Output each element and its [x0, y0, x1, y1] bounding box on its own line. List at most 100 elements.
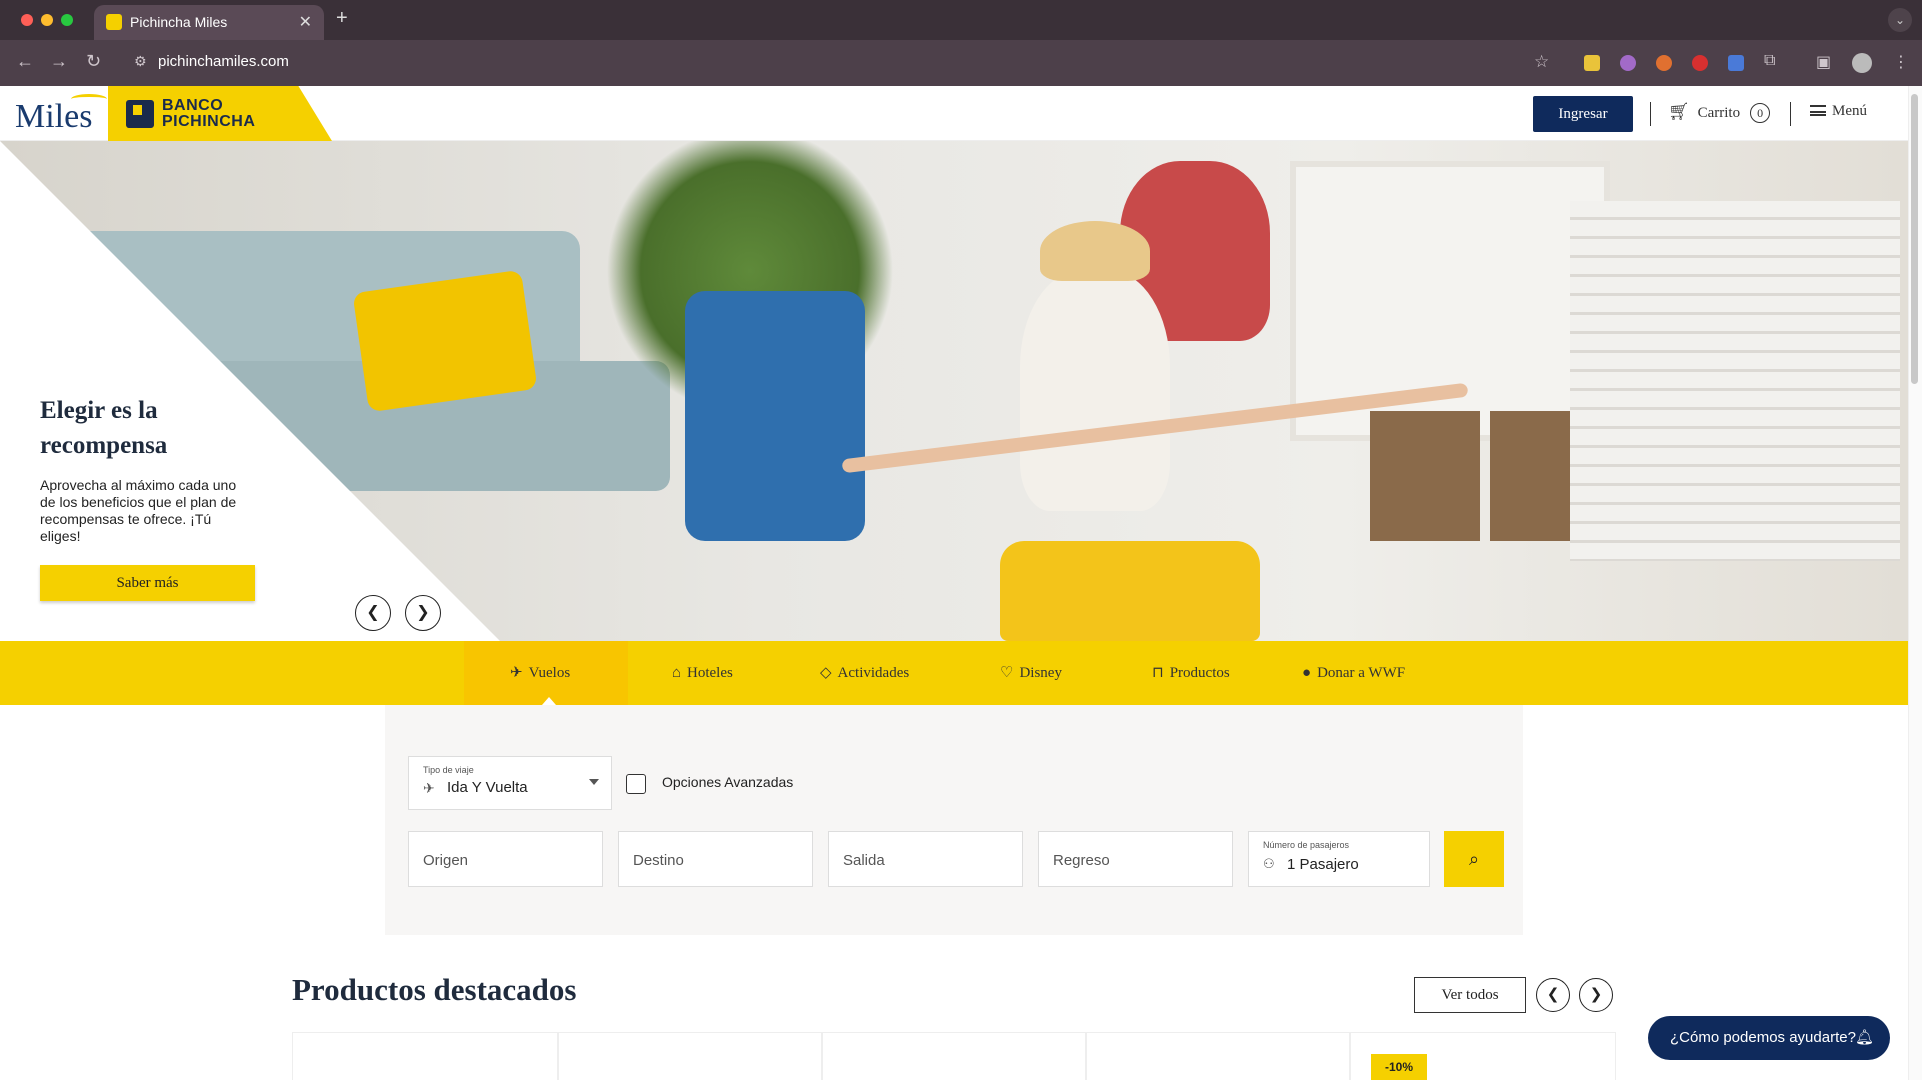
- reload-icon[interactable]: ↻: [86, 51, 101, 72]
- hero-prev-button[interactable]: ❮: [355, 595, 391, 631]
- caret-down-icon: [589, 779, 599, 785]
- profile-avatar[interactable]: [1852, 53, 1872, 73]
- category-tabs: ✈︎ Vuelos ⌂ Hoteles ◇ Actividades ♡ Disney ⊓…: [0, 641, 1908, 705]
- extension-5-icon[interactable]: [1728, 55, 1744, 71]
- tab-label: Actividades: [837, 665, 910, 681]
- extension-2-icon[interactable]: [1620, 55, 1636, 71]
- cart-label: Carrito: [1697, 105, 1741, 121]
- help-chat-button[interactable]: ¿Cómo podemos ayudarte? 🔔︎: [1648, 1016, 1890, 1060]
- product-card[interactable]: [558, 1032, 822, 1080]
- close-window-button[interactable]: [21, 14, 33, 26]
- departure-placeholder: Salida: [843, 852, 885, 869]
- hero-next-button[interactable]: ❯: [405, 595, 441, 631]
- return-date-input[interactable]: Regreso: [1038, 831, 1233, 887]
- blue-suitcase: [685, 291, 865, 541]
- yellow-cushion: [352, 269, 538, 413]
- departure-date-input[interactable]: Salida: [828, 831, 1023, 887]
- extensions-puzzle-icon[interactable]: ⧉: [1764, 52, 1775, 70]
- mickey-icon: ♡: [1000, 665, 1014, 681]
- bookmark-star-icon[interactable]: ☆: [1534, 52, 1549, 72]
- site-header: Miles BANCO PICHINCHA Ingresar 🛒︎ Carrito…: [0, 86, 1922, 141]
- see-all-button[interactable]: Ver todos: [1414, 977, 1526, 1013]
- hero-title: Elegir es la recompensa: [40, 397, 168, 459]
- back-icon[interactable]: ←: [16, 51, 34, 72]
- tab-label: Productos: [1169, 665, 1230, 681]
- tab-title: Pichincha Miles: [130, 14, 228, 30]
- tab-label: Hoteles: [687, 665, 733, 681]
- destination-input[interactable]: Destino: [618, 831, 813, 887]
- panda-icon: ●: [1302, 665, 1312, 681]
- more-options-icon[interactable]: ⋮: [1893, 52, 1909, 72]
- banco-mark-icon: [126, 100, 154, 128]
- flight-search-panel: [385, 705, 1523, 935]
- featured-prev-button[interactable]: ❮: [1536, 978, 1570, 1012]
- passengers-input[interactable]: Número de pasajeros ⚇ 1 Pasajero: [1248, 831, 1430, 887]
- ticket-icon: ◇: [820, 665, 832, 681]
- minimize-window-button[interactable]: [41, 14, 53, 26]
- radiator: [1570, 201, 1900, 561]
- banco-line2: PICHINCHA: [162, 113, 256, 130]
- address-bar[interactable]: ⚙ pichinchamiles.com: [134, 47, 1544, 79]
- origin-placeholder: Origen: [423, 852, 469, 869]
- straw-hat: [1040, 221, 1150, 281]
- yellow-suitcase: [1000, 541, 1260, 641]
- product-card[interactable]: [292, 1032, 558, 1080]
- tab-hoteles[interactable]: ⌂ Hoteles: [672, 641, 733, 705]
- maximize-window-button[interactable]: [61, 14, 73, 26]
- product-card[interactable]: [1086, 1032, 1350, 1080]
- tab-productos[interactable]: ⊓ Productos: [1152, 641, 1230, 705]
- forward-icon[interactable]: →: [50, 51, 68, 72]
- product-card[interactable]: [822, 1032, 1086, 1080]
- login-button[interactable]: Ingresar: [1533, 96, 1633, 132]
- passengers-label: Número de pasajeros: [1263, 840, 1350, 850]
- browser-tab[interactable]: Pichincha Miles ✕: [94, 5, 324, 40]
- extension-4-icon[interactable]: [1692, 55, 1708, 71]
- active-tab-caret: [542, 697, 556, 705]
- site-settings-icon[interactable]: ⚙: [134, 53, 147, 70]
- origin-input[interactable]: Origen: [408, 831, 603, 887]
- child-figure: [1020, 271, 1170, 511]
- learn-more-button[interactable]: Saber más: [40, 565, 255, 601]
- search-icon: ⌕: [1468, 848, 1480, 869]
- return-placeholder: Regreso: [1053, 852, 1110, 869]
- extension-3-icon[interactable]: [1656, 55, 1672, 71]
- bag-icon: ⊓: [1152, 665, 1164, 681]
- tab-label: Disney: [1019, 665, 1062, 681]
- chevron-left-icon: ❮: [366, 604, 380, 621]
- swoosh-icon: [71, 94, 107, 104]
- new-tab-icon[interactable]: +: [336, 7, 348, 30]
- search-button[interactable]: ⌕: [1444, 831, 1504, 887]
- extension-1-icon[interactable]: [1584, 55, 1600, 71]
- close-tab-icon[interactable]: ✕: [299, 12, 312, 32]
- miles-logo[interactable]: Miles: [15, 94, 107, 136]
- tab-actividades[interactable]: ◇ Actividades: [820, 641, 909, 705]
- discount-badge: -10%: [1371, 1054, 1427, 1080]
- scrollbar-thumb[interactable]: [1911, 94, 1918, 384]
- tab-disney[interactable]: ♡ Disney: [1000, 641, 1062, 705]
- banco-pichincha-logo[interactable]: BANCO PICHINCHA: [108, 86, 332, 141]
- menu-button[interactable]: Menú: [1810, 103, 1867, 120]
- cart-count-badge: 0: [1750, 103, 1771, 123]
- banco-line1: BANCO: [162, 97, 224, 114]
- advanced-options-checkbox[interactable]: [626, 774, 646, 794]
- url-text: pichinchamiles.com: [158, 53, 289, 70]
- tab-search-icon[interactable]: ⌄: [1888, 8, 1912, 32]
- chevron-right-icon: ❯: [1589, 986, 1603, 1003]
- cart-icon: 🛒︎: [1668, 102, 1690, 121]
- tab-donar-wwf[interactable]: ● Donar a WWF: [1302, 641, 1405, 705]
- help-chat-label: ¿Cómo podemos ayudarte?: [1670, 1029, 1856, 1046]
- side-panel-icon[interactable]: ▣: [1816, 52, 1831, 72]
- trip-type-select[interactable]: Tipo de viaje ✈︎ Ida Y Vuelta: [408, 756, 612, 810]
- header-divider: [1650, 102, 1651, 126]
- plane-icon: ✈︎: [510, 665, 523, 681]
- destination-placeholder: Destino: [633, 852, 684, 869]
- favicon-icon: [106, 14, 122, 30]
- basket: [1370, 411, 1480, 541]
- featured-products-title: Productos destacados: [292, 972, 577, 1007]
- tab-label: Donar a WWF: [1317, 665, 1406, 681]
- menu-label: Menú: [1832, 103, 1867, 119]
- browser-tab-bar: Pichincha Miles ✕ + ⌄: [0, 0, 1922, 40]
- featured-next-button[interactable]: ❯: [1579, 978, 1613, 1012]
- tab-vuelos[interactable]: ✈︎ Vuelos: [510, 641, 570, 705]
- cart-link[interactable]: 🛒︎ Carrito 0: [1668, 102, 1771, 123]
